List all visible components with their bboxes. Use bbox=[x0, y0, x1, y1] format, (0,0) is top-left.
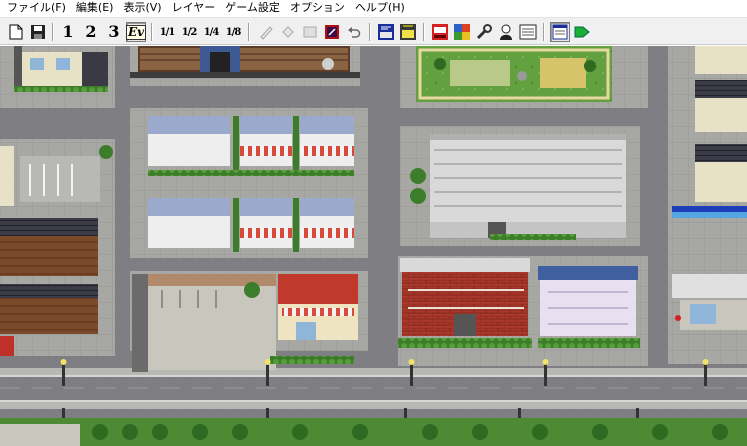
layer-1-button[interactable]: 1 bbox=[58, 22, 78, 42]
map-view-button[interactable] bbox=[550, 22, 570, 42]
wrench-icon bbox=[476, 24, 492, 40]
resource-manager-icon bbox=[454, 24, 470, 40]
corner-shop bbox=[672, 274, 747, 330]
system-button[interactable] bbox=[430, 22, 450, 42]
brick-building bbox=[398, 258, 532, 348]
zoom-1-2-label: 1/2 bbox=[181, 26, 198, 38]
save-icon bbox=[31, 25, 45, 39]
menu-options[interactable]: オプション bbox=[286, 1, 351, 15]
event-layer-button[interactable]: Ev bbox=[125, 22, 147, 42]
pencil-tool-button[interactable] bbox=[256, 22, 276, 42]
map-canvas[interactable] bbox=[0, 46, 747, 446]
layer-2-button[interactable]: 2 bbox=[81, 22, 101, 42]
apartment-row-lower bbox=[148, 198, 354, 252]
play-icon bbox=[574, 26, 590, 38]
bottom-tree-row bbox=[0, 418, 747, 446]
engine-icon bbox=[400, 24, 416, 40]
zoom-1-4-button[interactable]: 1/4 bbox=[201, 22, 221, 42]
temple-building bbox=[130, 46, 360, 78]
pencil-icon bbox=[260, 26, 273, 40]
fill-tool-button[interactable] bbox=[278, 22, 298, 42]
map-icon bbox=[519, 24, 537, 40]
zoom-1-4-label: 1/4 bbox=[203, 26, 220, 38]
toolbar-separator bbox=[52, 23, 54, 41]
zoom-1-8-button[interactable]: 1/8 bbox=[223, 22, 243, 42]
garden-park bbox=[416, 46, 612, 102]
layer-2-label: 2 bbox=[85, 22, 97, 41]
save-button[interactable] bbox=[28, 22, 48, 42]
new-file-icon bbox=[9, 24, 23, 40]
menu-bar: ファイル(F) 編集(E) 表示(V) レイヤー ゲーム設定 オプション ヘルプ… bbox=[0, 0, 747, 16]
zoom-1-1-button[interactable]: 1/1 bbox=[157, 22, 177, 42]
toolbar-separator bbox=[151, 23, 153, 41]
zoom-1-1-label: 1/1 bbox=[159, 26, 176, 38]
event-layer-label: Ev bbox=[125, 24, 147, 40]
toolbar-separator bbox=[543, 23, 545, 41]
undo-icon bbox=[348, 27, 361, 38]
character-icon bbox=[500, 24, 512, 40]
map-view bbox=[0, 46, 747, 446]
house-top-left bbox=[14, 46, 108, 92]
layer-3-label: 3 bbox=[108, 22, 120, 41]
test-play-button[interactable] bbox=[572, 22, 592, 42]
fill-bucket-icon bbox=[282, 26, 294, 38]
rectangle-icon bbox=[303, 26, 317, 38]
new-file-button[interactable] bbox=[6, 22, 26, 42]
plaza-and-store bbox=[132, 274, 358, 372]
layer-3-button[interactable]: 3 bbox=[104, 22, 124, 42]
toolbar: 1 2 3 Ev 1/1 1/2 1/4 1/8 bbox=[0, 17, 747, 45]
system-icon bbox=[432, 24, 448, 40]
toolbar-separator bbox=[248, 23, 250, 41]
zoom-1-2-button[interactable]: 1/2 bbox=[179, 22, 199, 42]
tools-button[interactable] bbox=[474, 22, 494, 42]
menu-layer[interactable]: レイヤー bbox=[168, 1, 222, 15]
database-button[interactable] bbox=[376, 22, 396, 42]
menu-view[interactable]: 表示(V) bbox=[119, 1, 167, 15]
character-generator-button[interactable] bbox=[496, 22, 516, 42]
gray-apartment-building bbox=[410, 134, 626, 240]
zoom-1-8-label: 1/8 bbox=[225, 26, 242, 38]
undo-button[interactable] bbox=[344, 22, 364, 42]
eraser-icon bbox=[325, 25, 339, 39]
database-icon bbox=[378, 24, 394, 40]
map-tree-button[interactable] bbox=[518, 22, 538, 42]
menu-file[interactable]: ファイル(F) bbox=[3, 1, 72, 15]
blue-roof-building bbox=[538, 266, 640, 348]
engine-settings-button[interactable] bbox=[398, 22, 418, 42]
rectangle-tool-button[interactable] bbox=[300, 22, 320, 42]
erase-tool-button[interactable] bbox=[322, 22, 342, 42]
layer-1-label: 1 bbox=[62, 22, 74, 41]
toolbar-separator bbox=[423, 23, 425, 41]
window-icon bbox=[552, 24, 568, 40]
menu-game-settings[interactable]: ゲーム設定 bbox=[221, 1, 286, 15]
toolbar-separator bbox=[369, 23, 371, 41]
resource-manager-button[interactable] bbox=[452, 22, 472, 42]
menu-help[interactable]: ヘルプ(H) bbox=[351, 1, 411, 15]
menu-edit[interactable]: 編集(E) bbox=[72, 1, 120, 15]
